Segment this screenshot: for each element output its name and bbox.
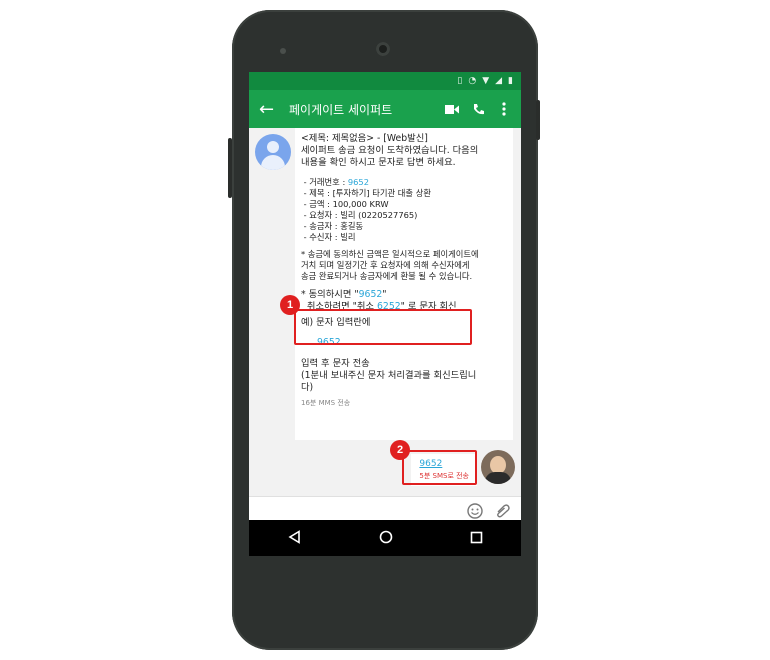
agree-code-link[interactable]: 9652: [359, 289, 383, 300]
more-vert-icon[interactable]: [493, 98, 515, 120]
recents-square-icon[interactable]: [470, 529, 483, 548]
annotation-badge-1: 1: [280, 295, 300, 315]
detail-line: - 요청자 : 빌리 (0220527765): [301, 210, 418, 220]
conversation-title: 페이게이트 세이퍼트: [289, 102, 393, 117]
signal-icon: ◢: [495, 76, 503, 86]
highlight-box-2: [402, 450, 477, 485]
volume-button: [536, 100, 540, 140]
notice-line: * 송금에 동의하신 금액은 일시적으로 페이게이트에: [301, 249, 479, 259]
user-avatar[interactable]: [481, 450, 515, 484]
detail-line: - 거래번호 : 9652: [301, 177, 369, 187]
after-line: 입력 후 문자 전송: [301, 358, 370, 369]
battery-icon: ▮: [508, 76, 513, 86]
detail-line: - 송금자 : 홍길동: [301, 221, 364, 231]
back-triangle-icon[interactable]: [287, 529, 302, 548]
message-timestamp: 16분 MMS 전송: [301, 399, 351, 407]
notice-line: 송금 완료되거나 송금자에게 환불 될 수 있습니다.: [301, 271, 473, 281]
detail-line: - 금액 : 100,000 KRW: [301, 199, 389, 209]
after-line: 다): [301, 382, 314, 393]
message-line: <제목: 제목없음> - [Web발신]: [301, 133, 428, 144]
incoming-message[interactable]: <제목: 제목없음> - [Web발신] 세이퍼트 송금 요청이 도착하였습니다…: [295, 128, 513, 440]
power-button: [228, 138, 232, 198]
home-circle-icon[interactable]: [379, 529, 393, 548]
video-call-icon[interactable]: [441, 98, 463, 120]
contact-avatar[interactable]: [255, 134, 291, 170]
wifi-icon: ▼: [482, 76, 490, 86]
alarm-icon: ◔: [468, 76, 477, 86]
status-bar: ▯ ◔ ▼ ◢ ▮: [249, 72, 521, 90]
phone-icon[interactable]: [467, 98, 489, 120]
detail-line: - 제목 : [투자하기] 타기관 대출 상환: [301, 188, 431, 198]
annotation-badge-2: 2: [390, 440, 410, 460]
vibrate-icon: ▯: [457, 76, 463, 86]
detail-line: - 수신자 : 빌리: [301, 232, 356, 242]
app-bar: ← 페이게이트 세이퍼트: [249, 90, 521, 128]
agree-line: * 동의하시면 "9652": [301, 289, 387, 300]
highlight-box-1: [294, 309, 472, 345]
notice-line: 거치 되며 일정기간 후 요청자에 의해 수신자에게: [301, 260, 470, 270]
message-line: 내용을 확인 하시고 문자로 답변 하세요.: [301, 157, 456, 168]
arrow-left-icon[interactable]: ←: [259, 99, 283, 120]
navigation-bar: [249, 520, 521, 556]
speaker-icon: [280, 48, 286, 54]
front-camera-icon: [376, 42, 390, 56]
message-line: 세이퍼트 송금 요청이 도착하였습니다. 다음의: [301, 145, 479, 156]
transaction-number-link[interactable]: 9652: [348, 177, 369, 187]
after-line: (1분내 보내주신 문자 처리결과를 회신드립니: [301, 370, 477, 381]
